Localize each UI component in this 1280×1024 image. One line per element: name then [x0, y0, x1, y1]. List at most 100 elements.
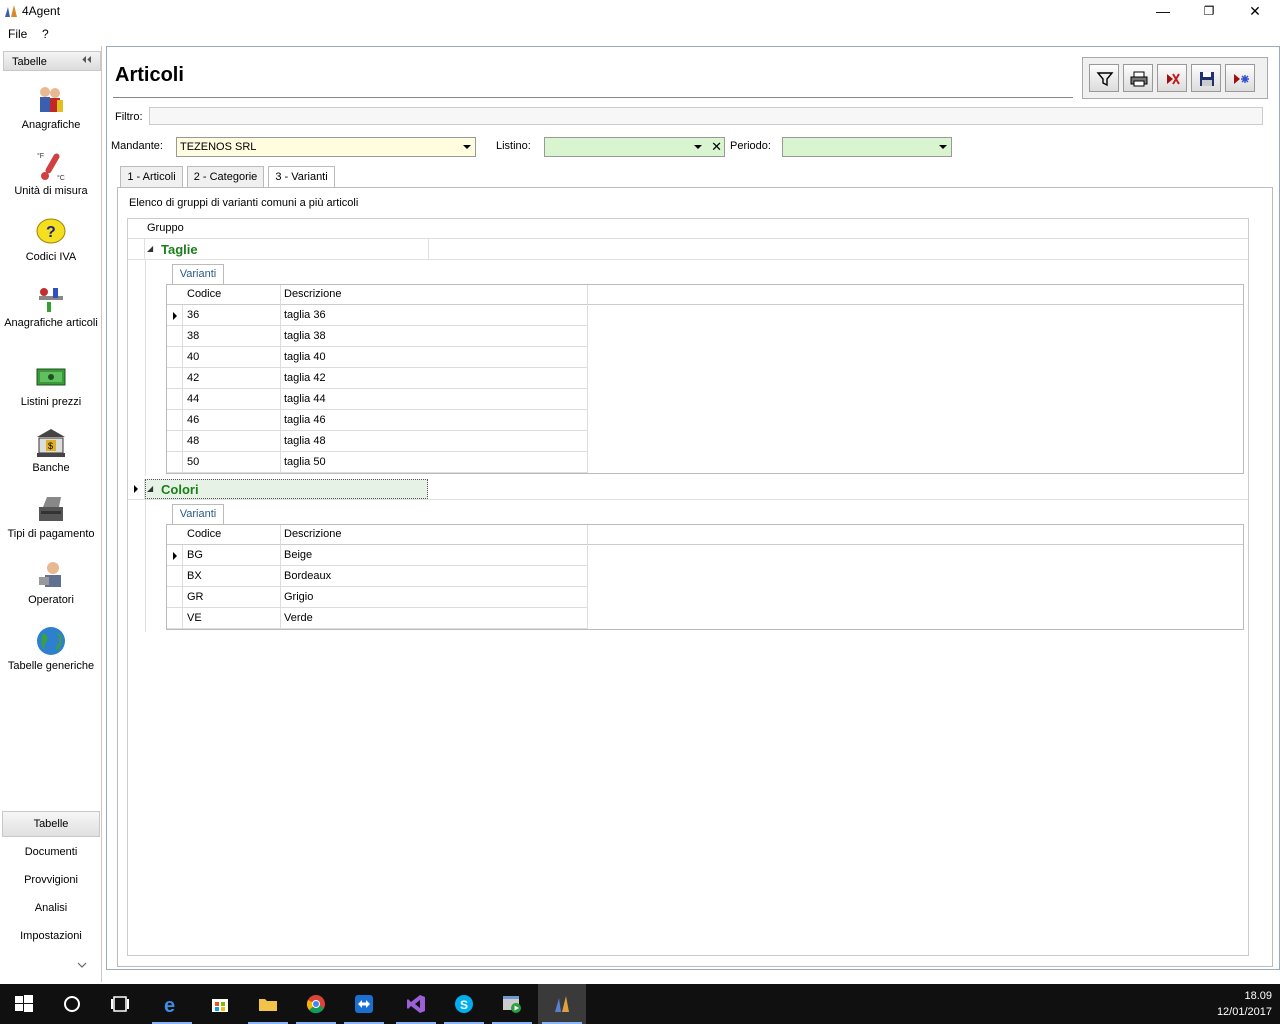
column-header-descrizione[interactable]: Descrizione [284, 288, 341, 300]
cell-codice[interactable]: BG [187, 549, 203, 561]
cell-descrizione[interactable]: Verde [284, 612, 313, 624]
taskbar-edge[interactable]: e [148, 984, 196, 1024]
table-row[interactable]: 40 taglia 40 [167, 347, 588, 368]
cell-codice[interactable]: 36 [187, 309, 199, 321]
cell-descrizione[interactable]: taglia 46 [284, 414, 326, 426]
new-record-button[interactable] [1225, 64, 1255, 92]
taskbar-explorer[interactable] [244, 984, 292, 1024]
table-row[interactable]: 50 taglia 50 [167, 452, 588, 473]
taskbar-chrome[interactable] [292, 984, 340, 1024]
table-row[interactable]: 42 taglia 42 [167, 368, 588, 389]
group-row-taglie[interactable]: ◢ Taglie [128, 239, 1248, 260]
cell-codice[interactable]: 44 [187, 393, 199, 405]
tab-varianti[interactable]: 3 - Varianti [268, 166, 335, 188]
table-row[interactable]: BG Beige [167, 545, 588, 566]
sidebar-section-tabelle[interactable]: Tabelle [2, 811, 100, 837]
cell-descrizione[interactable]: taglia 40 [284, 351, 326, 363]
cell-descrizione[interactable]: Beige [284, 549, 312, 561]
sidebar-item-banche[interactable]: $ Banche [2, 427, 100, 475]
save-button[interactable] [1191, 64, 1221, 92]
taskbar-media-app[interactable] [488, 984, 536, 1024]
sidebar-item-operatori[interactable]: Operatori [2, 559, 100, 607]
cell-codice[interactable]: GR [187, 591, 204, 603]
cell-codice[interactable]: 50 [187, 456, 199, 468]
task-view-icon [111, 996, 129, 1012]
print-button[interactable] [1123, 64, 1153, 92]
cell-codice[interactable]: 48 [187, 435, 199, 447]
dropdown-arrow-icon[interactable] [939, 145, 947, 149]
mandante-select[interactable]: TEZENOS SRL [176, 137, 476, 157]
table-row[interactable]: 48 taglia 48 [167, 431, 588, 452]
listino-select[interactable]: ✕ [544, 137, 725, 157]
sidebar-item-tabelle-generiche[interactable]: Tabelle generiche [2, 625, 100, 673]
sidebar-section-provvigioni[interactable]: Provvigioni [2, 874, 100, 886]
taskbar-skype[interactable]: S [440, 984, 488, 1024]
menu-help[interactable]: ? [42, 27, 49, 41]
start-button[interactable] [0, 984, 48, 1024]
minimize-button[interactable]: — [1140, 0, 1186, 23]
system-clock[interactable]: 18.09 12/01/2017 [1217, 988, 1272, 1020]
clear-icon[interactable]: ✕ [711, 139, 722, 155]
cell-descrizione[interactable]: taglia 50 [284, 456, 326, 468]
sidebar-section-analisi[interactable]: Analisi [2, 902, 100, 914]
sidebar-item-unita[interactable]: °F °C Unità di misura [2, 150, 100, 198]
table-row[interactable]: 46 taglia 46 [167, 410, 588, 431]
cell-descrizione[interactable]: taglia 42 [284, 372, 326, 384]
sidebar-item-listini[interactable]: Listini prezzi [2, 361, 100, 409]
tab-articoli[interactable]: 1 - Articoli [120, 166, 183, 187]
menu-file[interactable]: File [8, 27, 27, 41]
taskbar-store[interactable] [196, 984, 244, 1024]
table-row[interactable]: VE Verde [167, 608, 588, 629]
restore-button[interactable]: ❐ [1186, 0, 1232, 23]
subtab-varianti[interactable]: Varianti [172, 264, 224, 284]
cell-descrizione[interactable]: Grigio [284, 591, 313, 603]
table-row[interactable]: BX Bordeaux [167, 566, 588, 587]
sidebar-section-impostazioni[interactable]: Impostazioni [2, 930, 100, 942]
cell-codice[interactable]: BX [187, 570, 202, 582]
column-header-gruppo[interactable]: Gruppo [147, 222, 184, 234]
periodo-select[interactable] [782, 137, 952, 157]
cell-descrizione[interactable]: taglia 48 [284, 435, 326, 447]
periodo-label: Periodo: [730, 140, 771, 152]
task-view-button[interactable] [96, 984, 144, 1024]
expand-icon[interactable]: ◢ [147, 244, 153, 253]
chevron-down-icon[interactable] [77, 961, 87, 969]
table-row[interactable]: 36 taglia 36 [167, 305, 588, 326]
cell-codice[interactable]: 40 [187, 351, 199, 363]
table-row[interactable]: 38 taglia 38 [167, 326, 588, 347]
sidebar-header[interactable]: Tabelle ⏴⏴ [3, 51, 101, 71]
sidebar-item-anagrafiche-articoli[interactable]: Anagrafiche articoli [2, 282, 100, 330]
search-button[interactable] [48, 984, 96, 1024]
filter-input[interactable] [149, 107, 1263, 125]
cell-descrizione[interactable]: taglia 38 [284, 330, 326, 342]
dropdown-arrow-icon[interactable] [694, 145, 702, 149]
column-header-codice[interactable]: Codice [187, 528, 221, 540]
table-row[interactable]: GR Grigio [167, 587, 588, 608]
cell-codice[interactable]: VE [187, 612, 202, 624]
sidebar-item-tipi-pagamento[interactable]: Tipi di pagamento [2, 493, 100, 541]
taskbar-visual-studio[interactable] [392, 984, 440, 1024]
cell-codice[interactable]: 46 [187, 414, 199, 426]
tab-categorie[interactable]: 2 - Categorie [187, 166, 264, 187]
filter-button[interactable] [1089, 64, 1119, 92]
delete-button[interactable] [1157, 64, 1187, 92]
taskbar-teamviewer[interactable] [340, 984, 388, 1024]
cell-descrizione[interactable]: taglia 44 [284, 393, 326, 405]
column-header-descrizione[interactable]: Descrizione [284, 528, 341, 540]
cell-codice[interactable]: 42 [187, 372, 199, 384]
sidebar-item-anagrafiche[interactable]: Anagrafiche [2, 84, 100, 132]
group-row-colori[interactable]: ◢ Colori [128, 479, 1248, 500]
expand-icon[interactable]: ◢ [147, 484, 153, 493]
column-header-codice[interactable]: Codice [187, 288, 221, 300]
cell-descrizione[interactable]: taglia 36 [284, 309, 326, 321]
dropdown-arrow-icon[interactable] [463, 145, 471, 149]
taskbar-4agent[interactable] [538, 984, 586, 1024]
table-row[interactable]: 44 taglia 44 [167, 389, 588, 410]
cell-codice[interactable]: 38 [187, 330, 199, 342]
sidebar-section-documenti[interactable]: Documenti [2, 846, 100, 858]
cell-descrizione[interactable]: Bordeaux [284, 570, 331, 582]
sidebar-item-codici-iva[interactable]: ? Codici IVA [2, 216, 100, 264]
subtab-varianti[interactable]: Varianti [172, 504, 224, 524]
close-button[interactable]: ✕ [1232, 0, 1278, 23]
collapse-icon[interactable]: ⏴⏴ [82, 55, 92, 66]
